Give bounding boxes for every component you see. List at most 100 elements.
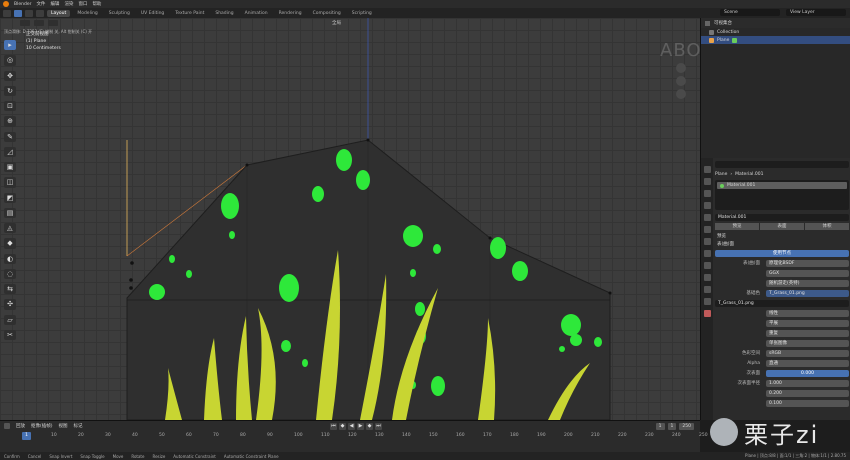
loop-cut-icon[interactable]: ▤ <box>4 207 16 218</box>
world-tab-icon[interactable] <box>703 226 711 233</box>
outliner-row-plane[interactable]: Plane <box>701 36 850 44</box>
scene-field[interactable]: Scene <box>720 9 780 16</box>
constraints-tab-icon[interactable] <box>703 286 711 293</box>
tab-texture-paint[interactable]: Texture Paint <box>171 10 208 17</box>
tab-sculpting[interactable]: Sculpting <box>105 10 134 17</box>
frame-cursor[interactable]: 1 <box>22 432 31 440</box>
edge-slide-icon[interactable]: ⇆ <box>4 284 16 295</box>
tab-animation[interactable]: Animation <box>241 10 272 17</box>
select-mode-face-icon[interactable] <box>36 9 44 17</box>
jump-start-icon[interactable]: ⏮ <box>330 423 337 430</box>
play-reverse-icon[interactable]: ◀ <box>348 423 355 430</box>
surface-shader-field[interactable]: 原理化BSDF <box>766 259 849 267</box>
rotate-icon[interactable]: ↻ <box>4 85 16 96</box>
menu-marker[interactable]: 标记 <box>74 423 83 429</box>
next-key-icon[interactable]: ◆ <box>366 423 373 430</box>
view-layer-field[interactable]: View Layer <box>786 9 846 16</box>
object-tab-icon[interactable] <box>703 238 711 245</box>
view-layer-tab-icon[interactable] <box>703 202 711 209</box>
extrude-icon[interactable]: ▣ <box>4 162 16 173</box>
jump-end-icon[interactable]: ⏭ <box>375 423 382 430</box>
outliner-row-collection[interactable]: Collection <box>701 28 850 36</box>
end-frame-field[interactable]: 250 <box>679 423 694 430</box>
properties-search-input[interactable] <box>715 160 849 168</box>
tab-compositing[interactable]: Compositing <box>309 10 345 17</box>
material-tab-icon[interactable] <box>703 310 711 317</box>
cursor-icon[interactable]: ◎ <box>4 55 16 66</box>
tab-rendering[interactable]: Rendering <box>275 10 306 17</box>
move-icon[interactable]: ✥ <box>4 70 16 81</box>
tab-layout[interactable]: Layout <box>47 9 71 17</box>
mesh-canvas[interactable] <box>0 18 700 420</box>
transform-icon[interactable]: ⊕ <box>4 116 16 127</box>
color-space-dropdown[interactable]: sRGB <box>766 349 849 357</box>
inset-icon[interactable]: ◫ <box>4 177 16 188</box>
scale-icon[interactable]: ⊡ <box>4 101 16 112</box>
interpolation-dropdown[interactable]: 线性 <box>766 309 849 317</box>
menu-window[interactable]: 窗口 <box>78 1 87 7</box>
tab-preview[interactable]: 预览 <box>715 223 759 230</box>
knife-icon[interactable]: ◬ <box>4 223 16 234</box>
radius-x-field[interactable]: 1.000 <box>766 379 849 387</box>
source-dropdown[interactable]: 单张图像 <box>766 339 849 347</box>
material-slot-list[interactable]: Material.001 <box>715 180 849 210</box>
select-box-icon[interactable]: ▸ <box>4 40 16 51</box>
rip-region-icon[interactable]: ✂ <box>4 329 16 340</box>
material-datablock-field[interactable]: Material.001 <box>715 213 849 221</box>
output-tab-icon[interactable] <box>703 190 711 197</box>
select-mode-edge-icon[interactable] <box>25 9 33 17</box>
tab-uv-editing[interactable]: UV Editing <box>137 10 168 17</box>
filter-icon[interactable] <box>705 20 710 26</box>
modifier-tab-icon[interactable] <box>703 250 711 257</box>
tab-shading[interactable]: Shading <box>211 10 237 17</box>
tab-surface[interactable]: 表面 <box>760 223 804 230</box>
distribution-dropdown[interactable]: GGX <box>766 269 849 277</box>
mesh-data-icon[interactable] <box>732 37 738 43</box>
start-frame-field[interactable]: 1 <box>667 423 677 430</box>
base-color-texture-field[interactable]: T_Grass_01.png <box>766 289 849 297</box>
measure-icon[interactable]: ◿ <box>4 146 16 157</box>
render-tab-icon[interactable] <box>703 178 711 185</box>
current-frame-field[interactable]: 1 <box>655 423 665 430</box>
menu-help[interactable]: 帮助 <box>92 1 101 7</box>
spin-icon[interactable]: ◐ <box>4 253 16 264</box>
tab-scripting[interactable]: Scripting <box>348 10 376 17</box>
radius-y-field[interactable]: 0.200 <box>766 389 849 397</box>
play-icon[interactable]: ▶ <box>357 423 364 430</box>
3d-viewport[interactable]: 全局 顶点滑移: D.7253 (F) 钳制 关, Alt 钳制关 (C) 开 … <box>0 18 805 420</box>
section-preview[interactable]: 预览 <box>717 233 849 239</box>
menu-playback[interactable]: 回放 <box>16 423 25 429</box>
prev-key-icon[interactable]: ◆ <box>339 423 346 430</box>
menu-file[interactable]: 文件 <box>36 1 45 7</box>
physics-tab-icon[interactable] <box>703 274 711 281</box>
shrink-fatten-icon[interactable]: ✣ <box>4 299 16 310</box>
subsurface-method-dropdown[interactable]: 随机游走(英特) <box>766 279 849 287</box>
timeline-ruler[interactable]: 0102030405060708090100110120130140150160… <box>0 433 708 441</box>
material-slot[interactable]: Material.001 <box>717 182 847 189</box>
bevel-icon[interactable]: ◩ <box>4 192 16 203</box>
timeline-editor-icon[interactable] <box>4 423 10 429</box>
data-tab-icon[interactable] <box>703 298 711 305</box>
select-mode-vertex-icon[interactable] <box>14 9 22 17</box>
section-surface[interactable]: 表(曲)面 <box>717 241 849 247</box>
annotate-icon[interactable]: ✎ <box>4 131 16 142</box>
editor-type-icon[interactable] <box>3 9 11 17</box>
alpha-dropdown[interactable]: 直通 <box>766 359 849 367</box>
smooth-icon[interactable]: ◌ <box>4 268 16 279</box>
blender-logo-icon[interactable] <box>3 1 9 7</box>
menu-render[interactable]: 渲染 <box>64 1 73 7</box>
particles-tab-icon[interactable] <box>703 262 711 269</box>
scene-tab-icon[interactable] <box>703 214 711 221</box>
extension-dropdown[interactable]: 重复 <box>766 329 849 337</box>
tab-volume[interactable]: 体积 <box>805 223 849 230</box>
subsurface-slider[interactable]: 0.000 <box>766 369 849 377</box>
radius-z-field[interactable]: 0.100 <box>766 399 849 407</box>
projection-dropdown[interactable]: 平展 <box>766 319 849 327</box>
shear-icon[interactable]: ▱ <box>4 314 16 325</box>
use-nodes-button[interactable]: 使用节点 <box>715 249 849 257</box>
menu-view[interactable]: 视图 <box>59 423 68 429</box>
tab-modeling[interactable]: Modeling <box>73 10 101 17</box>
menu-edit[interactable]: 编辑 <box>50 1 59 7</box>
menu-keying[interactable]: 抠像(插帧) <box>31 423 53 429</box>
poly-build-icon[interactable]: ◆ <box>4 238 16 249</box>
